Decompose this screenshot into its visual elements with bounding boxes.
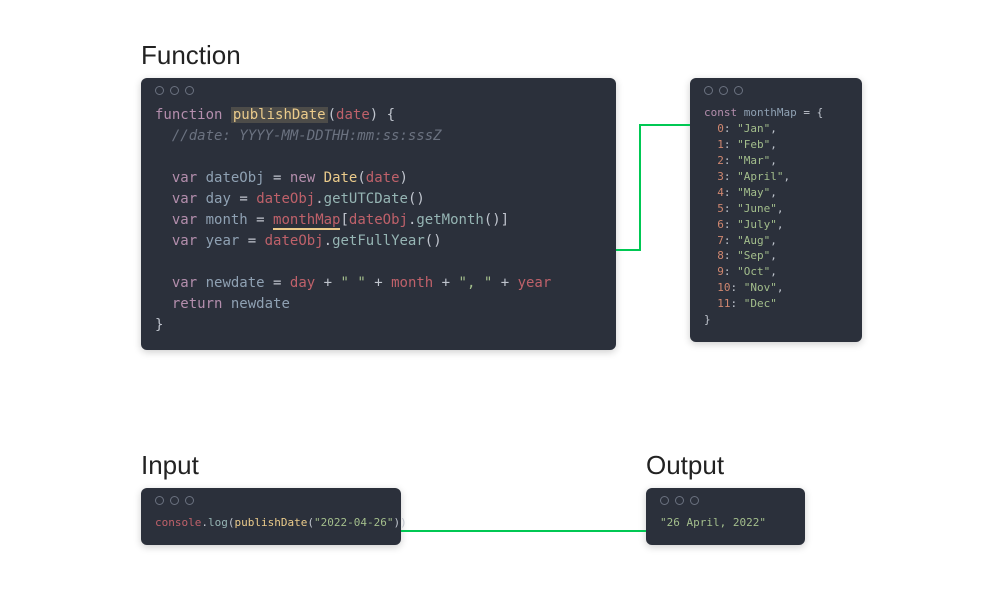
window-function: function publishDate(date) { //date: YYY…	[141, 78, 616, 350]
window-dots	[155, 86, 602, 95]
dot-icon	[660, 496, 669, 505]
dot-icon	[185, 86, 194, 95]
dot-icon	[155, 86, 164, 95]
heading-input: Input	[141, 450, 199, 481]
window-dots	[660, 496, 791, 505]
code-function: function publishDate(date) { //date: YYY…	[155, 105, 602, 336]
code-input: console.log(publishDate("2022-04-26"))	[155, 515, 387, 531]
code-output: "26 April, 2022"	[660, 515, 791, 531]
window-dots	[155, 496, 387, 505]
dot-icon	[170, 496, 179, 505]
code-monthmap: const monthMap = { 0: "Jan", 1: "Feb", 2…	[704, 105, 848, 328]
dot-icon	[690, 496, 699, 505]
dot-icon	[185, 496, 194, 505]
window-dots	[704, 86, 848, 95]
dot-icon	[704, 86, 713, 95]
dot-icon	[734, 86, 743, 95]
window-monthmap: const monthMap = { 0: "Jan", 1: "Feb", 2…	[690, 78, 862, 342]
dot-icon	[675, 496, 684, 505]
window-output: "26 April, 2022"	[646, 488, 805, 545]
dot-icon	[719, 86, 728, 95]
dot-icon	[170, 86, 179, 95]
dot-icon	[155, 496, 164, 505]
window-input: console.log(publishDate("2022-04-26"))	[141, 488, 401, 545]
heading-output: Output	[646, 450, 724, 481]
heading-function: Function	[141, 40, 241, 71]
